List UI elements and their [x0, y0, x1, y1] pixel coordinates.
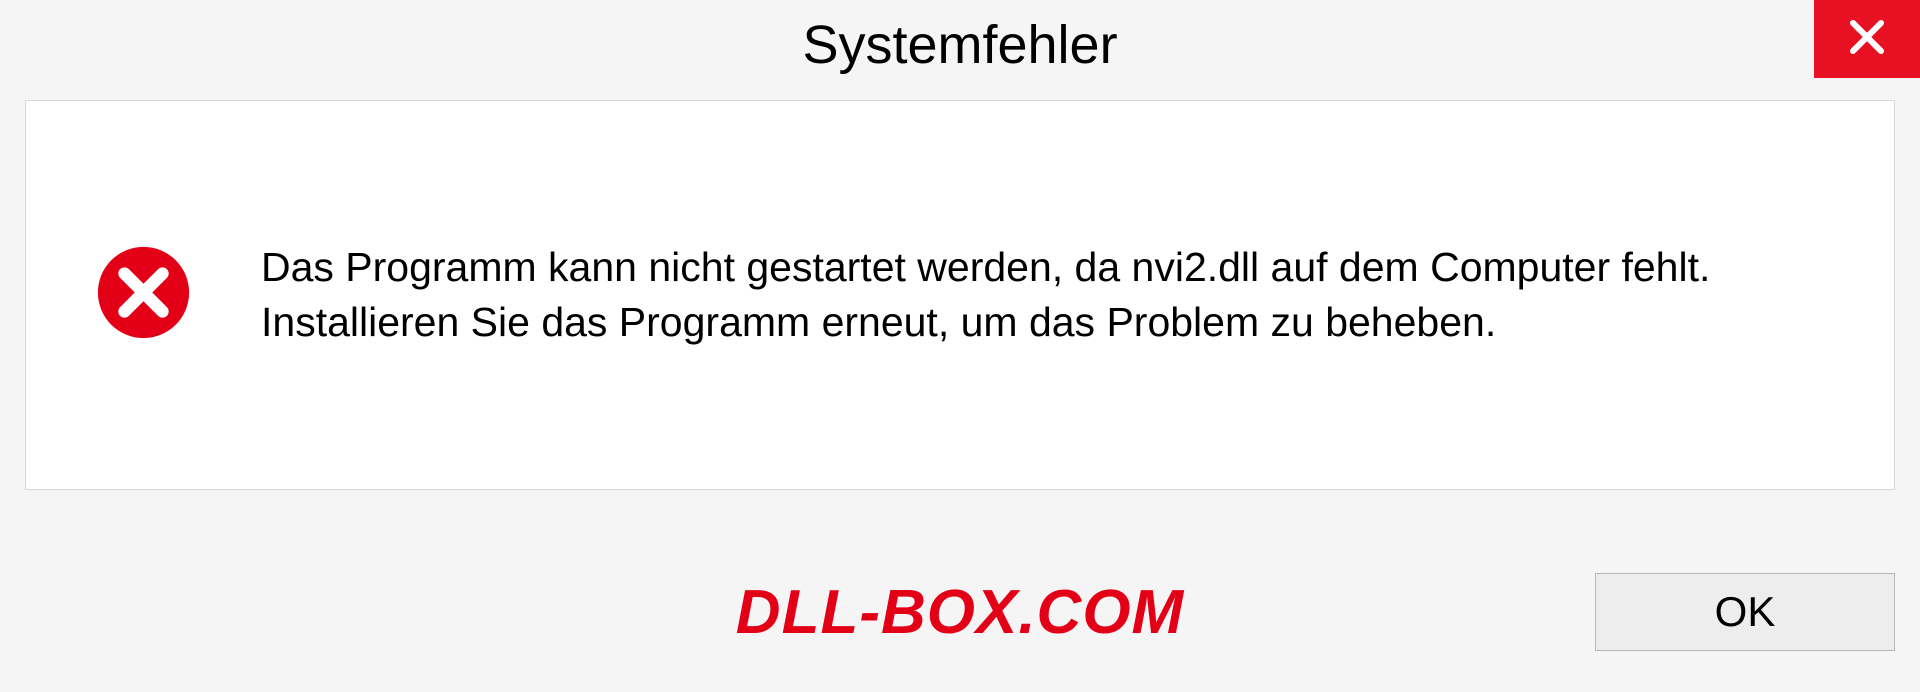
- error-message: Das Programm kann nicht gestartet werden…: [261, 240, 1834, 351]
- close-button[interactable]: [1814, 0, 1920, 78]
- content-box: Das Programm kann nicht gestartet werden…: [25, 100, 1895, 490]
- close-icon: [1847, 17, 1887, 62]
- ok-button[interactable]: OK: [1595, 573, 1895, 651]
- dialog-title: Systemfehler: [802, 14, 1117, 76]
- watermark-text: DLL-BOX.COM: [736, 577, 1184, 648]
- error-icon: [96, 245, 191, 345]
- footer: DLL-BOX.COM OK: [0, 562, 1920, 662]
- title-bar: Systemfehler: [0, 0, 1920, 90]
- error-dialog: Systemfehler Das Programm kann nicht ges…: [0, 0, 1920, 692]
